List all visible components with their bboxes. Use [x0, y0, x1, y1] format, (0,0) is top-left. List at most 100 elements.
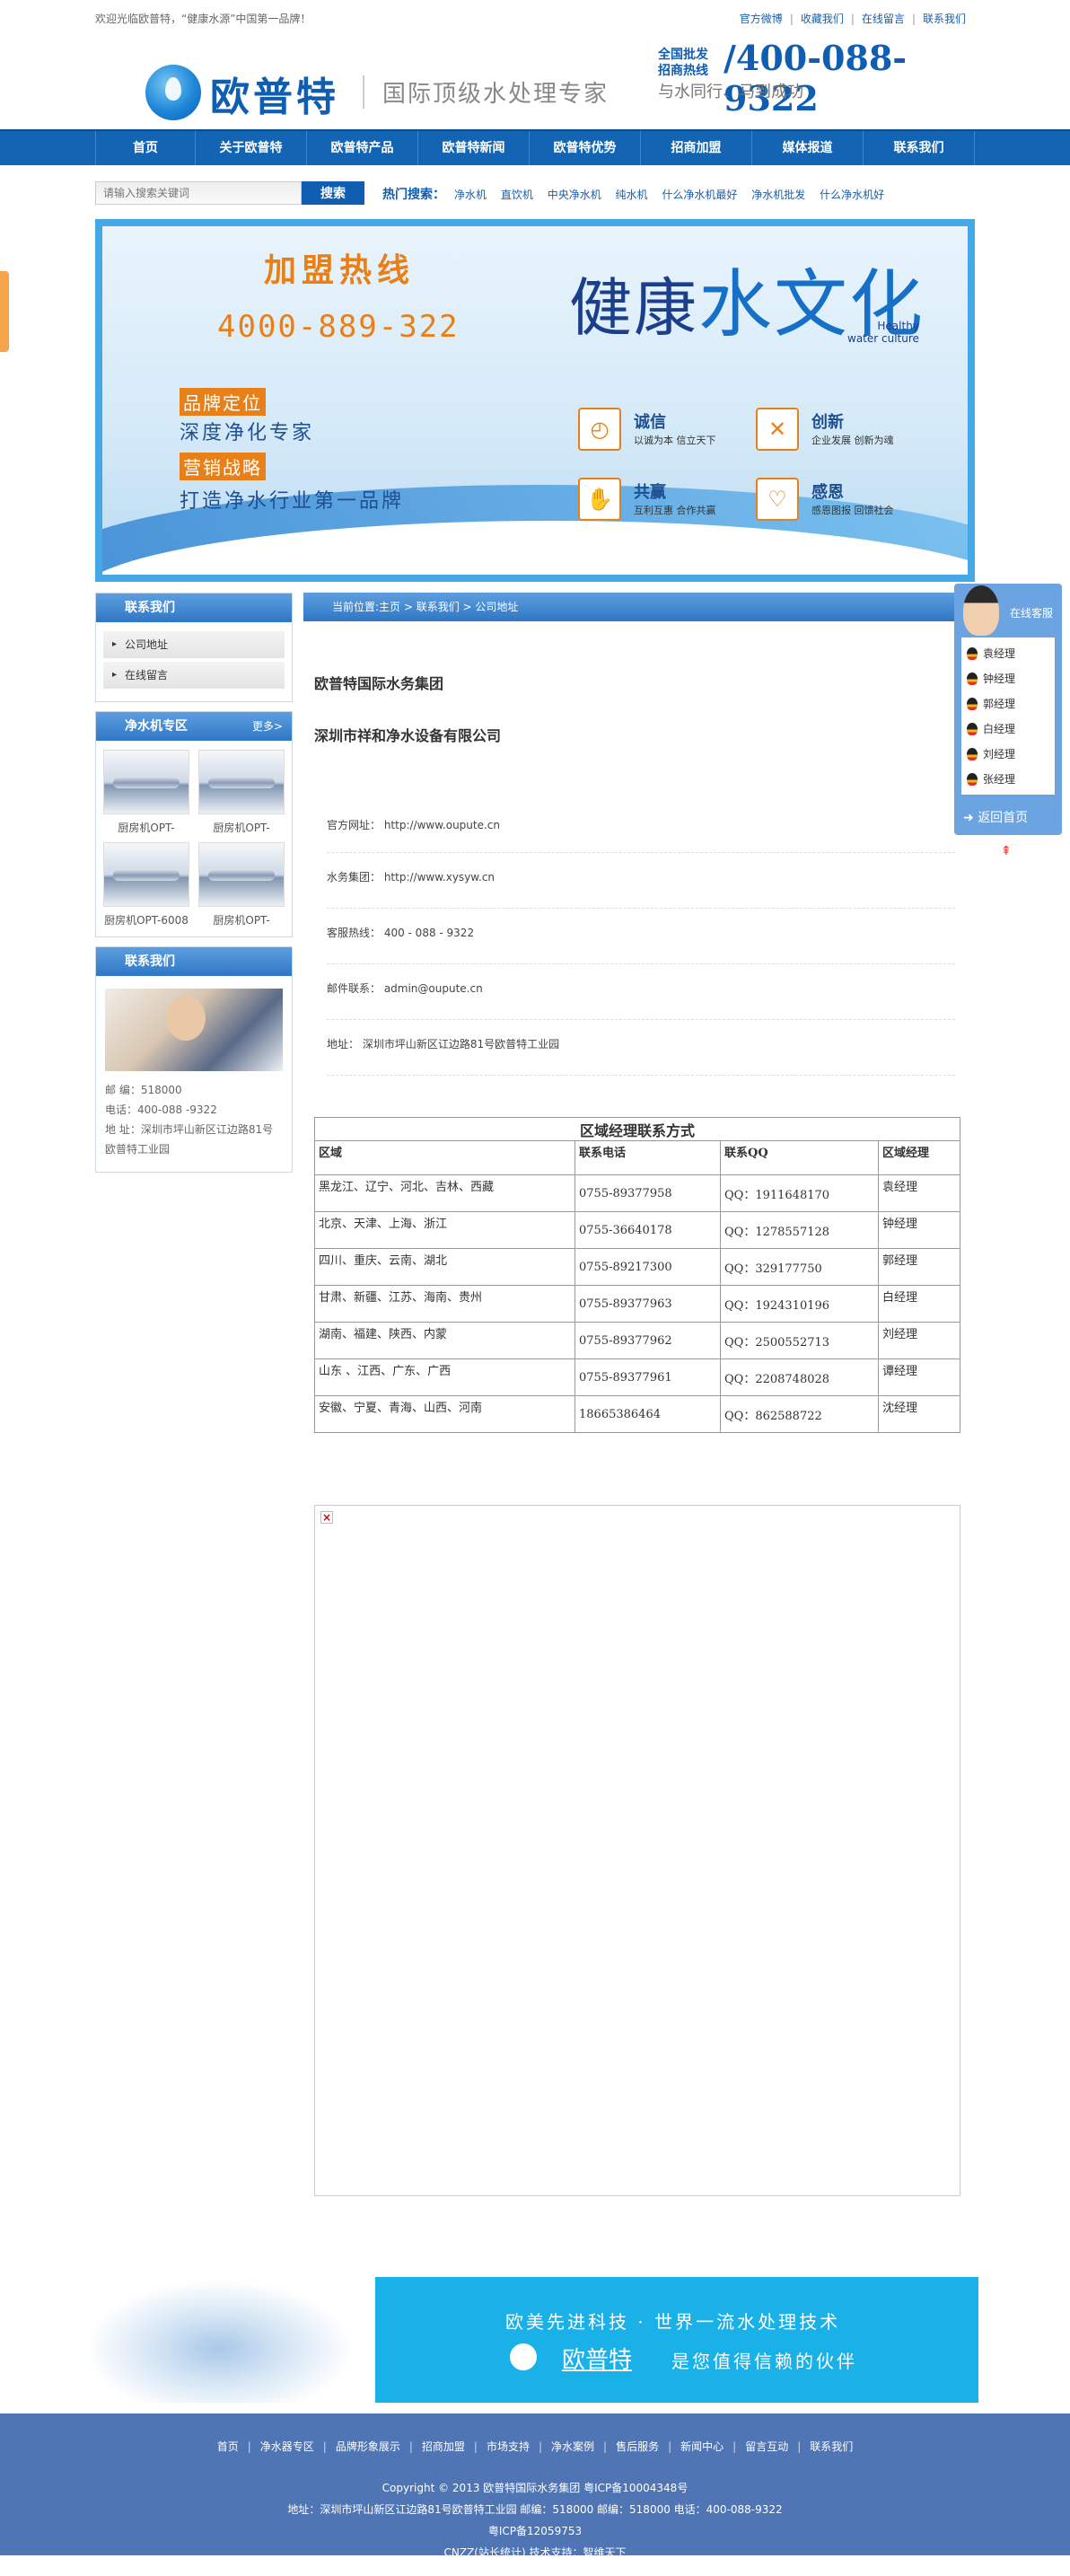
- sidebar-item-message[interactable]: 在线留言: [103, 662, 285, 689]
- sidebar-item-address[interactable]: 公司地址: [103, 631, 285, 658]
- table-row: 四川、重庆、云南、湖北 0755-89217300 QQ：329177750 郭经理: [314, 1248, 960, 1286]
- nav-news[interactable]: 欧普特新闻: [418, 131, 530, 165]
- qq-contact-item[interactable]: 钟经理: [961, 666, 1055, 691]
- product-image[interactable]: [198, 750, 285, 814]
- nav-franchise[interactable]: 招商加盟: [641, 131, 752, 165]
- welcome-text: 欢迎光临欧普特，“健康水源”中国第一品牌！: [95, 13, 311, 25]
- nav-contact[interactable]: 联系我们: [864, 131, 975, 165]
- table-row: 山东 、江西、广东、广西 0755-89377961 QQ：2208748028 谭经…: [314, 1358, 960, 1396]
- qq-contact-item[interactable]: 刘经理: [961, 742, 1055, 767]
- footer-cnzz[interactable]: CNZZ(站长统计) 技术支持：智维天下: [0, 2542, 1070, 2563]
- footer-link[interactable]: 市场支持: [487, 2440, 530, 2453]
- footer-link[interactable]: 净水案例: [551, 2440, 594, 2453]
- message-link[interactable]: 在线留言: [862, 13, 905, 25]
- hotline-label: 全国批发 招商热线: [658, 48, 708, 78]
- search-button[interactable]: 搜索: [302, 181, 364, 205]
- table-row: 安徽、宁夏、青海、山西、河南 18665386464 QQ：862588722 沈经理: [314, 1395, 960, 1433]
- banner-tag-strategy: 营销战略: [180, 453, 266, 480]
- nav-products[interactable]: 欧普特产品: [307, 131, 418, 165]
- back-to-top-icon[interactable]: ⇞: [1001, 844, 1012, 858]
- sidebar-contact-card-heading: 联系我们: [96, 947, 292, 976]
- company-name-sub: 深圳市祥和净水设备有限公司: [314, 727, 502, 744]
- hot-word[interactable]: 直饮机: [501, 189, 533, 201]
- table-header: 区域经理: [878, 1140, 960, 1175]
- ad-line-tech: 欧美先进科技 · 世界一流水处理技术: [505, 2311, 841, 2333]
- weibo-link[interactable]: 官方微博: [740, 13, 783, 25]
- map-frame[interactable]: ×: [314, 1505, 960, 2196]
- product-item[interactable]: 厨房机OPT-: [198, 750, 285, 835]
- hot-word[interactable]: 中央净水机: [548, 189, 601, 201]
- product-item[interactable]: 厨房机OPT-: [198, 842, 285, 928]
- footer-link[interactable]: 留言互动: [745, 2440, 788, 2453]
- product-item[interactable]: 厨房机OPT-: [103, 750, 189, 835]
- logo-icon[interactable]: [145, 65, 201, 120]
- value-integrity: ◴ 诚信 以诚为本 信立天下: [578, 408, 767, 458]
- more-link[interactable]: 更多>: [252, 712, 283, 741]
- contact-link[interactable]: 联系我们: [923, 13, 966, 25]
- favorite-link[interactable]: 收藏我们: [801, 13, 844, 25]
- contact-zip: 邮 编：518000: [105, 1084, 182, 1096]
- qq-contact-item[interactable]: 袁经理: [961, 641, 1055, 666]
- hot-word[interactable]: 净水机批发: [751, 189, 805, 201]
- table-header: 联系电话: [574, 1140, 721, 1175]
- banner-tag-positioning: 品牌定位: [180, 388, 266, 416]
- qq-contact-item[interactable]: 郭经理: [961, 691, 1055, 717]
- banner-healthy-caption: Healthy water culture: [847, 320, 919, 345]
- left-float-tab[interactable]: [0, 271, 9, 352]
- search-input[interactable]: [95, 181, 302, 205]
- contact-address: 地 址：深圳市坪山新区讧边路81号欧普特工业园: [105, 1123, 274, 1156]
- footer-link[interactable]: 招商加盟: [422, 2440, 465, 2453]
- footer-link[interactable]: 品牌形象展示: [336, 2440, 400, 2453]
- footer-icp[interactable]: 粤ICP备12059753: [0, 2520, 1070, 2542]
- ad-brand: 欧普特: [562, 2347, 633, 2374]
- hero-banner[interactable]: 加盟热线 4000-889-322 品牌定位 深度净化专家 营销战略 打造净水行…: [95, 219, 975, 582]
- footer-link[interactable]: 新闻中心: [680, 2440, 724, 2453]
- hotline-tagline: 与水同行、马到成功: [658, 83, 803, 101]
- footer-link[interactable]: 首页: [217, 2440, 239, 2453]
- hot-search-words: 净水机 直饮机 中央净水机 纯水机 什么净水机最好 净水机批发 什么净水机好: [454, 187, 895, 202]
- product-image[interactable]: [103, 750, 189, 814]
- logo-text[interactable]: 欧普特: [210, 65, 339, 122]
- service-avatar: [963, 585, 999, 636]
- nav-advantages[interactable]: 欧普特优势: [530, 131, 641, 165]
- top-links: 官方微博 | 收藏我们 | 在线留言 | 联系我们: [739, 13, 966, 25]
- sidebar: 联系我们 公司地址 在线留言 净水机专区更多> 厨房机OPT- 厨房机OPT- …: [95, 593, 293, 1182]
- hot-word[interactable]: 净水机: [454, 189, 487, 201]
- hot-word[interactable]: 什么净水机最好: [662, 189, 737, 201]
- product-item[interactable]: 厨房机OPT-6008: [103, 842, 189, 928]
- banner-hotline-number: 4000-889-322: [217, 309, 460, 345]
- nav-home[interactable]: 首页: [95, 131, 196, 165]
- product-image[interactable]: [198, 842, 285, 907]
- online-service-panel: 在线客服 袁经理 钟经理 郭经理 白经理 刘经理 张经理 返回首页 ⇞: [954, 584, 1062, 858]
- info-group-site[interactable]: 水务集团： http://www.xysyw.cn: [327, 853, 955, 909]
- tools-icon: ✕: [756, 408, 799, 451]
- product-image[interactable]: [103, 842, 189, 907]
- hot-word[interactable]: 纯水机: [616, 189, 648, 201]
- info-address: 地址： 深圳市坪山新区讧边路81号欧普特工业园: [327, 1020, 955, 1076]
- table-caption: 区域经理联系方式: [314, 1117, 960, 1141]
- handshake-icon: ✋: [578, 478, 621, 521]
- company-name-group: 欧普特国际水务集团: [314, 675, 444, 692]
- footer-link[interactable]: 售后服务: [616, 2440, 659, 2453]
- broken-image-icon: ×: [320, 1511, 333, 1524]
- nav-media[interactable]: 媒体报道: [752, 131, 864, 165]
- nav-about[interactable]: 关于欧普特: [196, 131, 307, 165]
- hot-word[interactable]: 什么净水机好: [820, 189, 884, 201]
- breadcrumb[interactable]: 当前位置:主页 > 联系我们 > 公司地址: [303, 593, 975, 621]
- main-nav: 首页 关于欧普特 欧普特产品 欧普特新闻 欧普特优势 招商加盟 媒体报道 联系我…: [0, 129, 1070, 165]
- ad-logo-icon: [510, 2343, 537, 2370]
- back-home-button[interactable]: 返回首页: [963, 808, 1028, 826]
- footer-link[interactable]: 联系我们: [810, 2440, 853, 2453]
- qq-contact-item[interactable]: 张经理: [961, 767, 1055, 792]
- banner-hotline-title: 加盟热线: [264, 252, 416, 289]
- table-row: 北京、天津、上海、浙江 0755-36640178 QQ：1278557128 钟经理: [314, 1211, 960, 1249]
- table-header: 联系QQ: [720, 1140, 879, 1175]
- info-website[interactable]: 官方网址： http://www.oupute.cn: [327, 817, 955, 853]
- main-area: 联系我们 公司地址 在线留言 净水机专区更多> 厨房机OPT- 厨房机OPT- …: [95, 593, 975, 2227]
- qq-contact-item[interactable]: 白经理: [961, 717, 1055, 742]
- value-gratitude: ♡ 感恩 感恩图报 回馈社会: [756, 478, 944, 528]
- info-email[interactable]: 邮件联系： admin@oupute.cn: [327, 964, 955, 1020]
- footer-link[interactable]: 净水器专区: [260, 2440, 314, 2453]
- footer-ad-banner[interactable]: 欧美先进科技 · 世界一流水处理技术 欧普特 是您值得信赖的伙伴: [90, 2268, 978, 2403]
- table-row: 甘肃、新疆、江苏、海南、贵州 0755-89377963 QQ：1924310196…: [314, 1285, 960, 1323]
